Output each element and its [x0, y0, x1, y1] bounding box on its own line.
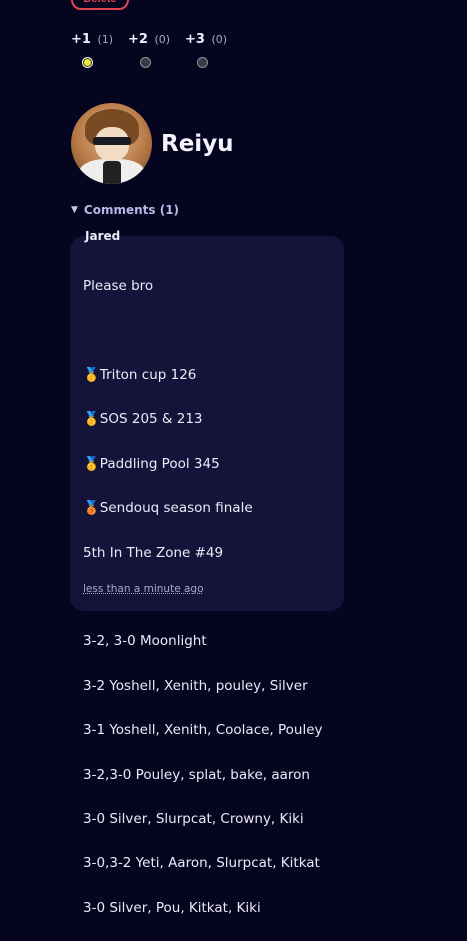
- vote-radio[interactable]: [197, 57, 208, 68]
- vote-label: +3 (0): [185, 32, 228, 47]
- avatar[interactable]: [71, 103, 152, 184]
- vote-option-plus-3[interactable]: +3 (0): [185, 32, 242, 68]
- vote-label: +2 (0): [128, 32, 171, 47]
- comment-timestamp[interactable]: less than a minute ago: [83, 583, 204, 595]
- comment-line: 3-0,3-2 Yeti, Aaron, Slurpcat, Kitkat: [83, 855, 320, 872]
- vote-option-plus-2[interactable]: +2 (0): [128, 32, 185, 68]
- comment-line: Please bro: [83, 278, 154, 295]
- comment-line: [83, 320, 332, 342]
- comment-line: 3-2, 3-0 Moonlight: [83, 633, 207, 650]
- username[interactable]: Reiyu: [161, 131, 234, 157]
- vote-radio[interactable]: [140, 57, 151, 68]
- comments-toggle-label: Comments (1): [83, 203, 180, 217]
- comment-line: 🥇Triton cup 126: [83, 366, 197, 383]
- comments-toggle[interactable]: ▼ Comments (1): [71, 203, 179, 217]
- comment-card: Please bro 🥇Triton cup 126 🥇SOS 205 & 21…: [70, 236, 344, 916]
- player-profile: Reiyu: [71, 103, 234, 184]
- vote-label: +1 (1): [71, 32, 114, 47]
- comment-line: 3-0 Silver, Slurpcat, Crowny, Kiki: [83, 810, 304, 827]
- comment-line: 🥇SOS 205 & 213: [83, 411, 203, 428]
- comment-line: 🥇Paddling Pool 345: [83, 455, 220, 472]
- comment-line: 5th In The Zone #49: [83, 544, 224, 561]
- comment-line: 🥉Sendouq season finale: [83, 500, 253, 517]
- vote-options: +1 (1) +2 (0) +3 (0): [71, 32, 242, 68]
- comment-line: 3-2 Yoshell, Xenith, pouley, Silver: [83, 677, 308, 694]
- vote-option-plus-1[interactable]: +1 (1): [71, 32, 128, 68]
- comment-author[interactable]: Jared: [85, 229, 120, 243]
- comment-line: 3-1 Yoshell, Xenith, Coolace, Pouley: [83, 722, 323, 739]
- comment-line: 3-0 Silver, Pou, Kitkat, Kiki: [83, 899, 261, 916]
- vote-count: (0): [211, 33, 228, 46]
- comment-line: 3-2,3-0 Pouley, splat, bake, aaron: [83, 766, 310, 783]
- vote-count: (1): [97, 33, 114, 46]
- triangle-down-icon: ▼: [71, 205, 78, 215]
- vote-count: (0): [154, 33, 171, 46]
- comment-body: Please bro 🥇Triton cup 126 🥇SOS 205 & 21…: [83, 253, 332, 941]
- delete-button[interactable]: Delete: [71, 0, 129, 10]
- vote-radio-selected[interactable]: [82, 57, 93, 68]
